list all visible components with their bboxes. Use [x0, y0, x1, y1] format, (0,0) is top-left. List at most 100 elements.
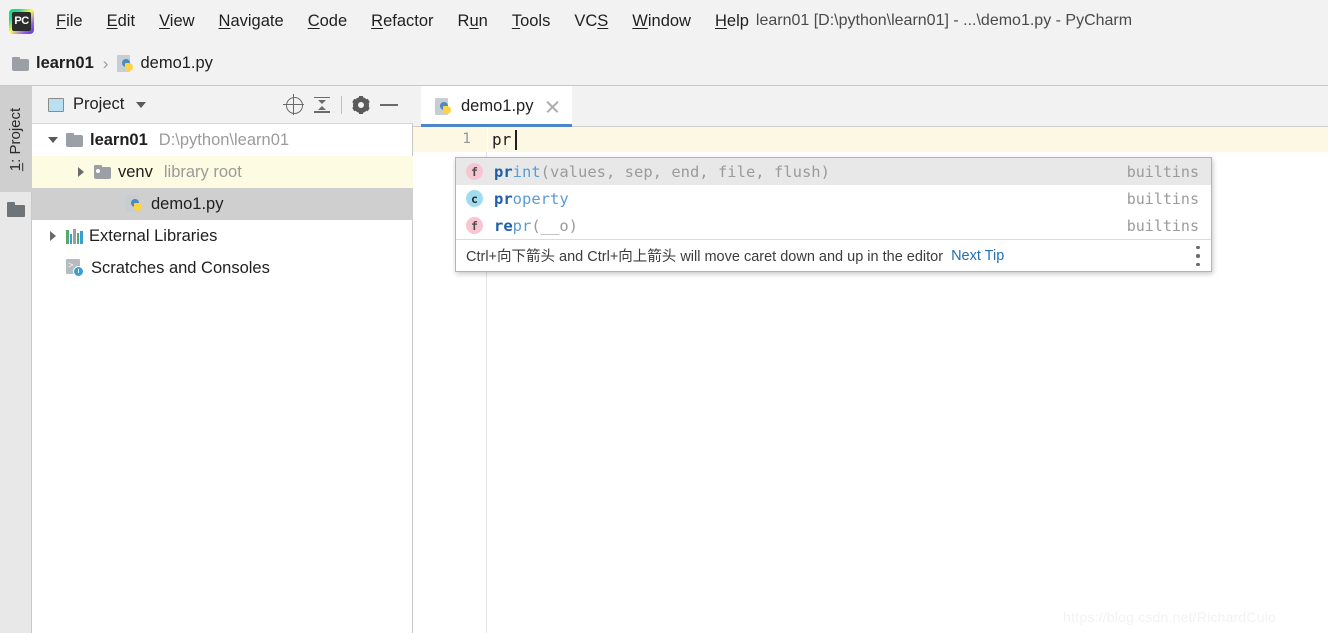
menu-mnemonic: E [106, 12, 118, 30]
breadcrumb-item-file[interactable]: demo1.py [117, 54, 213, 73]
menu-item-run[interactable]: Run [446, 0, 500, 42]
function-badge: f [466, 217, 483, 234]
breadcrumb-item-project[interactable]: learn01 [12, 54, 94, 73]
autocomplete-item-label: print(values, sep, end, file, flush) [494, 163, 830, 181]
pycharm-logo-text: PC [12, 11, 31, 31]
menu-mnemonic: W [632, 12, 648, 30]
tree-node-label: venv [118, 162, 153, 181]
menu-item-tools[interactable]: Tools [500, 0, 563, 42]
menu-item-file[interactable]: File [44, 0, 95, 42]
menu-item-window[interactable]: Window [620, 0, 703, 42]
python-file-icon [117, 54, 135, 73]
name-rest: operty [512, 189, 569, 208]
menu-item-help[interactable]: Help [703, 0, 761, 42]
more-options-icon[interactable] [1196, 246, 1200, 266]
project-panel-title: Project [73, 95, 125, 113]
tree-node-venv[interactable]: venv library root [32, 156, 413, 188]
signature: (values, sep, end, file, flush) [540, 162, 830, 181]
tree-node-label: Scratches and Consoles [91, 258, 270, 277]
python-file-icon [126, 195, 144, 213]
autocomplete-item[interactable]: f print(values, sep, end, file, flush) bui… [456, 158, 1211, 185]
signature: (__o) [531, 216, 579, 235]
tree-node-sublabel: library root [163, 162, 242, 181]
tree-node-label: External Libraries [89, 226, 218, 245]
folder-icon [12, 56, 29, 71]
menu-mnemonic: N [218, 12, 231, 30]
autocomplete-item[interactable]: c property builtins [456, 185, 1211, 212]
tree-node-label: learn01 [90, 130, 148, 149]
class-badge: c [466, 190, 483, 207]
editor-tab-demo1[interactable]: demo1.py [421, 86, 573, 127]
breadcrumb-separator-icon: › [102, 53, 109, 73]
matched-prefix: pr [494, 189, 513, 208]
current-line-highlight [488, 127, 1328, 152]
line-number: 1 [462, 131, 471, 147]
autocomplete-item-source: builtins [1126, 162, 1199, 181]
close-icon[interactable] [545, 99, 560, 114]
tree-node-external-libraries[interactable]: External Libraries [32, 220, 413, 252]
menu-mnemonic: R [371, 12, 384, 30]
function-badge: f [466, 163, 483, 180]
autocomplete-item[interactable]: f repr(__o) builtins [456, 212, 1211, 239]
tree-node-learn01[interactable]: learn01 D:\python\learn01 [32, 124, 413, 156]
python-file-icon [435, 97, 453, 116]
autocomplete-popup[interactable]: f print(values, sep, end, file, flush) bui… [455, 157, 1212, 272]
project-tool-window: Project learn01 D:\python\learn01 venv l… [32, 86, 413, 633]
collapse-all-icon [313, 96, 331, 114]
breadcrumb-project-label: learn01 [36, 54, 94, 72]
autocomplete-tip-bar: Ctrl+向下箭头 and Ctrl+向上箭头 will move caret … [456, 239, 1211, 271]
name-rest: pr [512, 216, 532, 235]
folder-icon [66, 133, 83, 147]
autocomplete-item-label: repr(__o) [494, 217, 578, 235]
menu-mnemonic: T [511, 12, 521, 30]
menu-item-vcs[interactable]: VCS [562, 0, 620, 42]
pycharm-logo-icon: PC [9, 8, 34, 34]
folder-icon[interactable] [7, 202, 25, 217]
autocomplete-list: f print(values, sep, end, file, flush) bui… [456, 158, 1211, 239]
menu-bar: File Edit View Navigate Code Refactor Run Tools… [44, 0, 761, 42]
name-rest: int [512, 162, 541, 181]
tree-node-label: demo1.py [151, 194, 224, 213]
menu-item-navigate[interactable]: Navigate [207, 0, 296, 42]
autocomplete-item-source: builtins [1126, 216, 1199, 235]
project-panel-header: Project [32, 86, 413, 124]
menu-mnemonic: C [307, 12, 320, 30]
collapse-all-button[interactable] [308, 91, 336, 119]
matched-prefix: pr [494, 162, 513, 181]
library-folder-icon [94, 165, 111, 179]
menu-item-refactor[interactable]: Refactor [359, 0, 445, 42]
project-tab-number: 1 [7, 162, 25, 171]
settings-button[interactable] [347, 91, 375, 119]
editor-tab-bar: demo1.py [413, 86, 1328, 127]
text-caret [515, 130, 517, 150]
minimize-icon [380, 104, 398, 106]
menu-item-code[interactable]: Code [296, 0, 359, 42]
hide-panel-button[interactable] [375, 91, 403, 119]
autocomplete-item-label: property [494, 190, 569, 208]
tool-window-button-project[interactable]: 1: Project [0, 86, 32, 192]
gear-icon [352, 96, 370, 114]
code-line-1: pr [492, 130, 512, 149]
editor-tab-label: demo1.py [461, 97, 534, 115]
next-tip-link[interactable]: Next Tip [951, 248, 1004, 264]
chevron-right-icon[interactable] [68, 156, 94, 188]
project-view-icon [48, 97, 64, 112]
chevron-down-icon[interactable] [40, 124, 66, 156]
tree-node-demo1-py[interactable]: demo1.py [32, 188, 413, 220]
menu-item-edit[interactable]: Edit [95, 0, 147, 42]
breadcrumb: learn01 › demo1.py [0, 42, 1328, 86]
menu-item-view[interactable]: View [147, 0, 206, 42]
chevron-right-icon[interactable] [40, 220, 66, 252]
menu-mnemonic: F [56, 12, 67, 30]
tree-node-scratches-and-consoles[interactable]: >_ Scratches and Consoles [32, 252, 413, 284]
project-tree: learn01 D:\python\learn01 venv library root… [32, 124, 413, 633]
locate-target-button[interactable] [280, 91, 308, 119]
locate-target-icon [282, 93, 304, 115]
menu-mnemonic: V [159, 12, 170, 30]
scratches-icon: >_ [66, 259, 84, 277]
tree-node-sublabel: D:\python\learn01 [158, 130, 290, 149]
menu-mnemonic: u [469, 12, 479, 30]
chevron-down-icon[interactable] [136, 101, 147, 108]
